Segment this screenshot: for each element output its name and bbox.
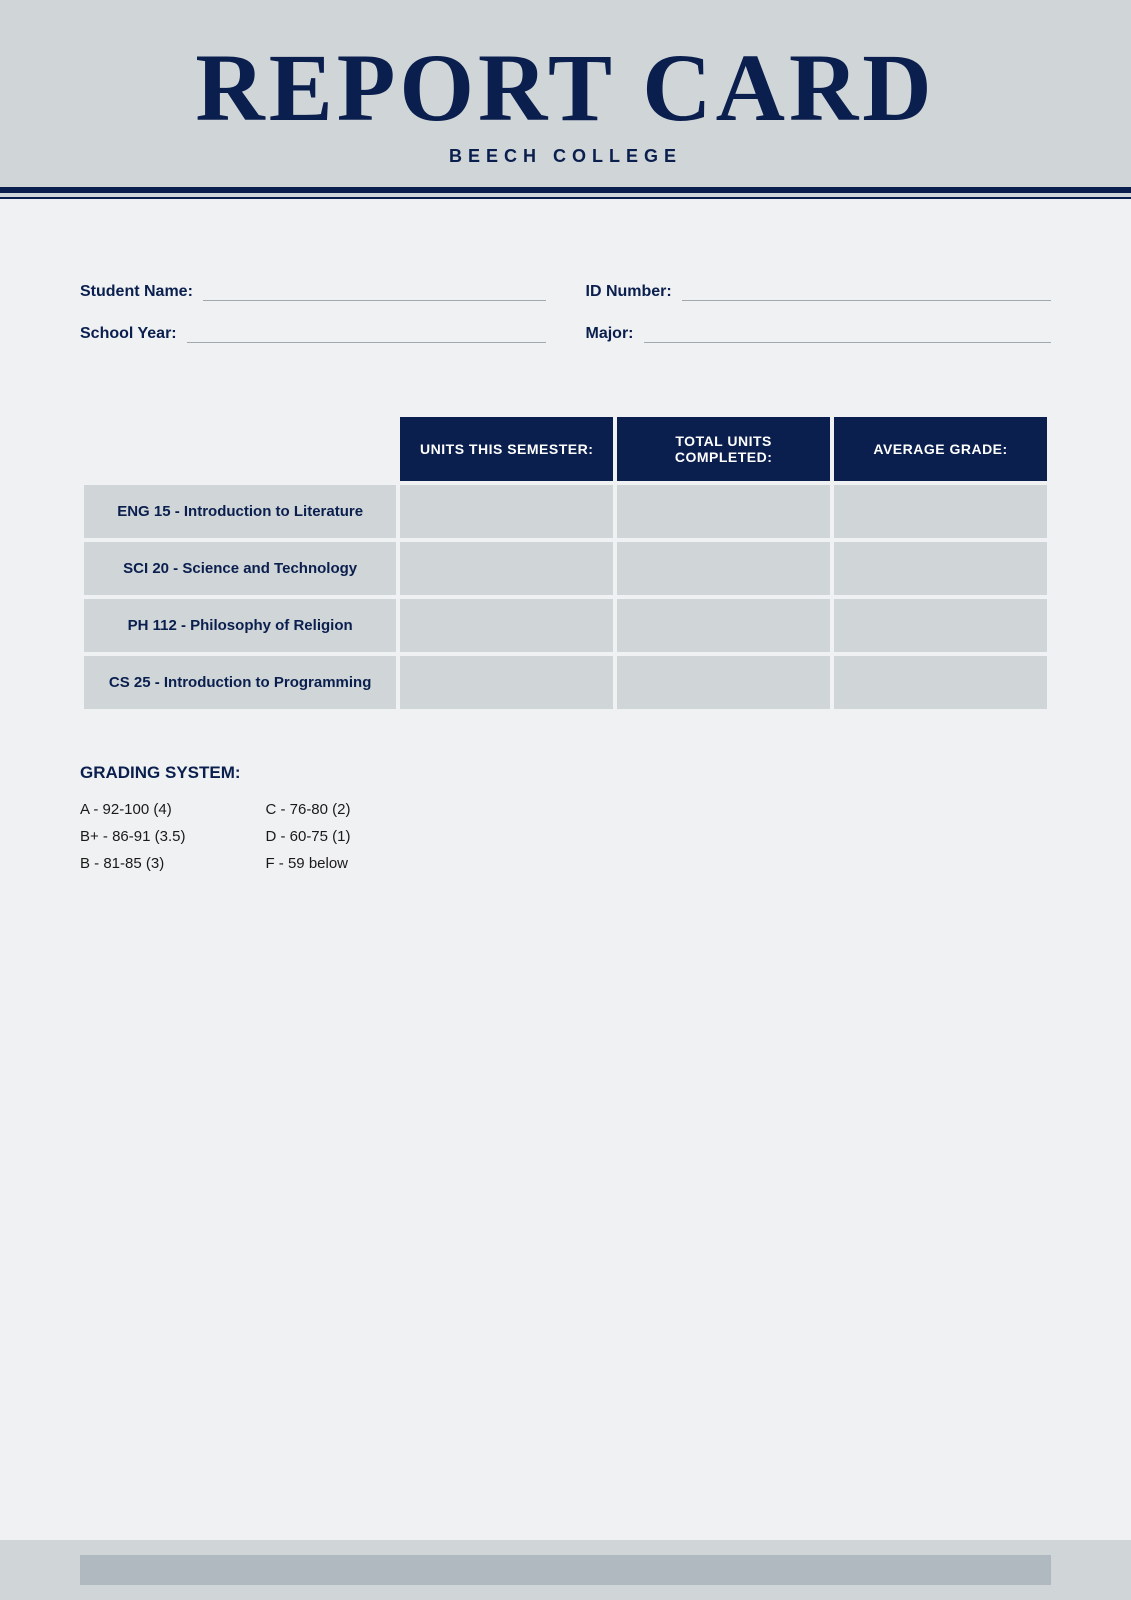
total-units-cell-3[interactable]: [617, 656, 830, 709]
units-cell-1[interactable]: [400, 542, 613, 595]
college-name: BEECH COLLEGE: [80, 146, 1051, 167]
grading-system-title: GRADING SYSTEM:: [80, 763, 1051, 783]
grading-left-column: A - 92-100 (4) B+ - 86-91 (3.5) B - 81-85 …: [80, 801, 185, 872]
units-cell-0[interactable]: [400, 485, 613, 538]
grading-right-column: C - 76-80 (2) D - 60-75 (1) F - 59 below: [265, 801, 350, 872]
major-field: Major:: [586, 321, 1052, 343]
course-name-1: SCI 20 - Science and Technology: [84, 542, 396, 595]
info-row-2: School Year: Major:: [80, 321, 1051, 343]
page: REPORT CARD BEECH COLLEGE Student Name: …: [0, 0, 1131, 1600]
table-row: ENG 15 - Introduction to Literature: [84, 485, 1047, 538]
avg-grade-cell-0[interactable]: [834, 485, 1047, 538]
id-number-line[interactable]: [682, 279, 1051, 301]
grading-right-item-2: F - 59 below: [265, 855, 350, 872]
grading-right-item-0: C - 76-80 (2): [265, 801, 350, 818]
units-cell-3[interactable]: [400, 656, 613, 709]
student-info-section: Student Name: ID Number: School Year: Ma…: [80, 279, 1051, 363]
school-year-field: School Year:: [80, 321, 546, 343]
report-title: REPORT CARD: [80, 40, 1051, 136]
id-number-label: ID Number:: [586, 283, 672, 301]
course-name-3: CS 25 - Introduction to Programming: [84, 656, 396, 709]
footer-bar: [80, 1555, 1051, 1585]
grading-left-item-0: A - 92-100 (4): [80, 801, 185, 818]
student-name-field: Student Name:: [80, 279, 546, 301]
avg-grade-cell-3[interactable]: [834, 656, 1047, 709]
grading-left-item-1: B+ - 86-91 (3.5): [80, 828, 185, 845]
footer: [0, 1540, 1131, 1600]
main-content: Student Name: ID Number: School Year: Ma…: [0, 199, 1131, 1540]
total-units-cell-2[interactable]: [617, 599, 830, 652]
total-units-header: TOTAL UNITS COMPLETED:: [617, 417, 830, 481]
table-row: CS 25 - Introduction to Programming: [84, 656, 1047, 709]
school-year-line[interactable]: [187, 321, 546, 343]
major-label: Major:: [586, 325, 634, 343]
average-grade-header: AVERAGE GRADE:: [834, 417, 1047, 481]
student-name-label: Student Name:: [80, 283, 193, 301]
table-row: PH 112 - Philosophy of Religion: [84, 599, 1047, 652]
grading-right-item-1: D - 60-75 (1): [265, 828, 350, 845]
course-name-0: ENG 15 - Introduction to Literature: [84, 485, 396, 538]
course-name-2: PH 112 - Philosophy of Religion: [84, 599, 396, 652]
grading-left-item-2: B - 81-85 (3): [80, 855, 185, 872]
divider-thick: [0, 187, 1131, 193]
units-this-semester-header: UNITS THIS SEMESTER:: [400, 417, 613, 481]
avg-grade-cell-1[interactable]: [834, 542, 1047, 595]
table-header-row: UNITS THIS SEMESTER: TOTAL UNITS COMPLET…: [84, 417, 1047, 481]
id-number-field: ID Number:: [586, 279, 1052, 301]
grade-table: UNITS THIS SEMESTER: TOTAL UNITS COMPLET…: [80, 413, 1051, 713]
course-column-header: [84, 417, 396, 481]
total-units-cell-1[interactable]: [617, 542, 830, 595]
info-row-1: Student Name: ID Number:: [80, 279, 1051, 301]
total-units-cell-0[interactable]: [617, 485, 830, 538]
avg-grade-cell-2[interactable]: [834, 599, 1047, 652]
student-name-line[interactable]: [203, 279, 546, 301]
units-cell-2[interactable]: [400, 599, 613, 652]
grading-grid: A - 92-100 (4) B+ - 86-91 (3.5) B - 81-85 …: [80, 801, 1051, 872]
header: REPORT CARD BEECH COLLEGE: [0, 0, 1131, 167]
school-year-label: School Year:: [80, 325, 177, 343]
major-line[interactable]: [644, 321, 1052, 343]
grading-system-section: GRADING SYSTEM: A - 92-100 (4) B+ - 86-91…: [80, 763, 1051, 872]
divider: [0, 187, 1131, 199]
table-row: SCI 20 - Science and Technology: [84, 542, 1047, 595]
